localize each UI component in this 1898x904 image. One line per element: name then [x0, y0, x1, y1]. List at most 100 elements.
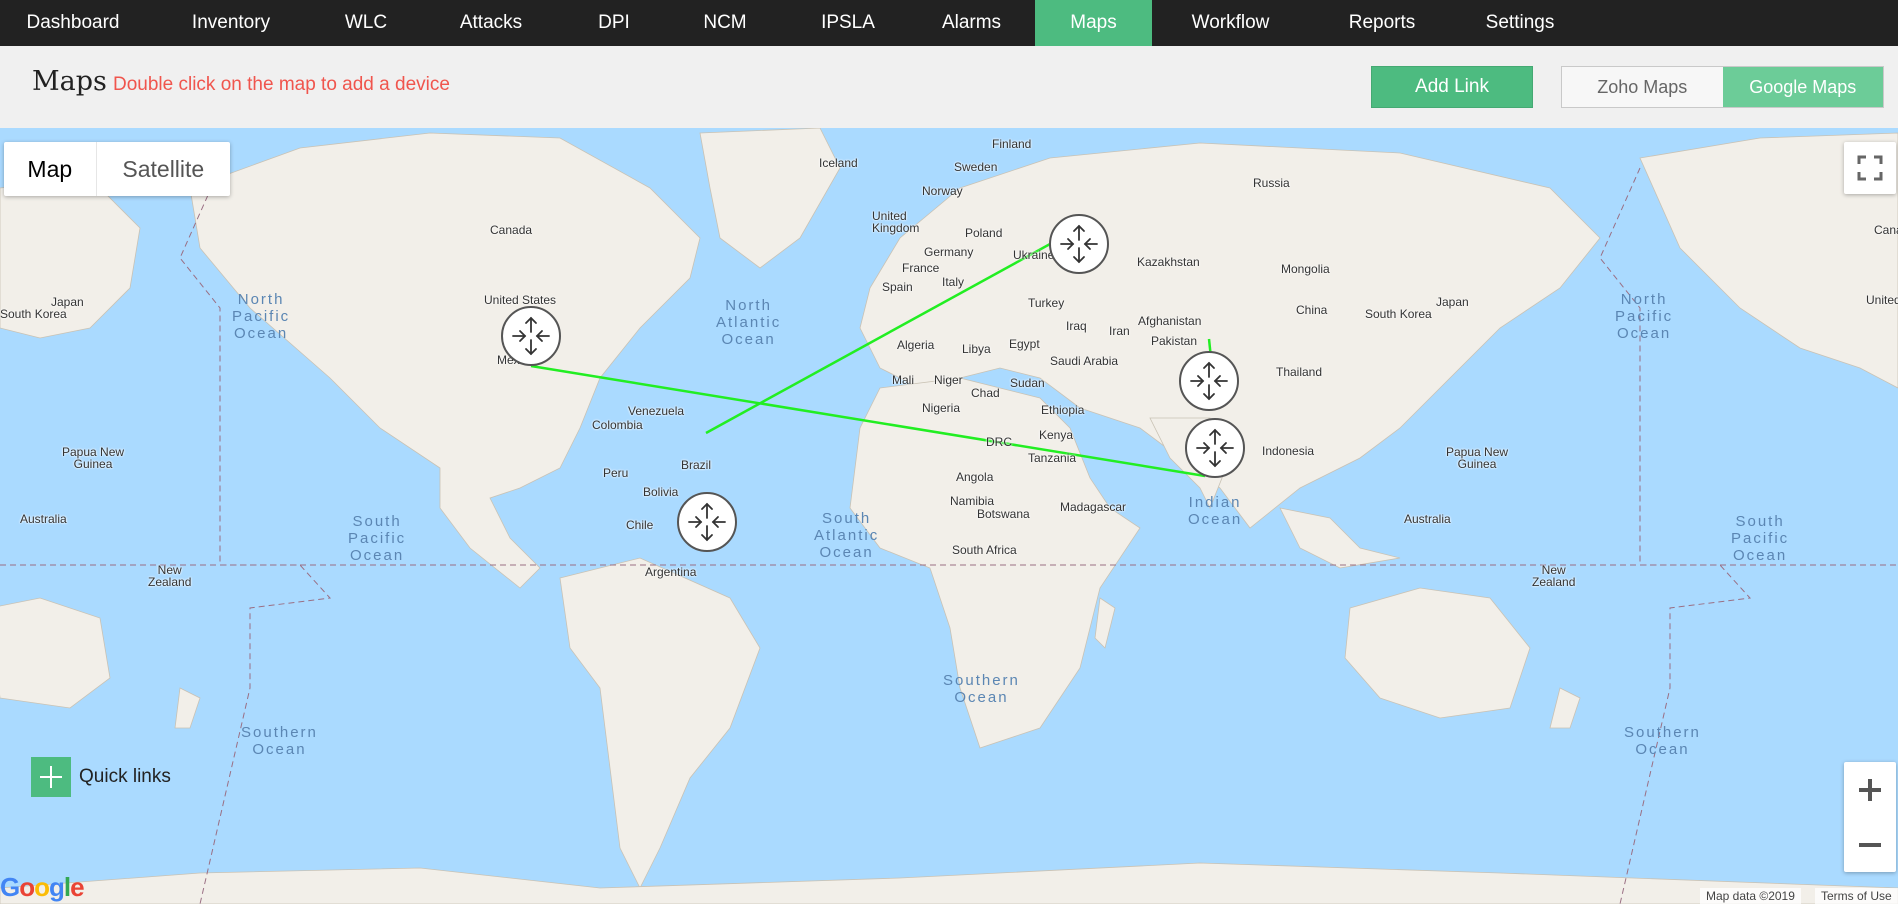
label-norway: Norway [922, 184, 963, 198]
fullscreen-button[interactable] [1844, 142, 1896, 194]
label-libya: Libya [962, 342, 991, 356]
nav-alarms[interactable]: Alarms [908, 0, 1035, 46]
label-papua-new-guinea-2: Papua New Guinea [1446, 445, 1509, 471]
router-device-russia[interactable] [1049, 214, 1109, 274]
nav-dashboard[interactable]: Dashboard [0, 0, 146, 46]
label-italy: Italy [942, 275, 965, 289]
nav-ipsla[interactable]: IPSLA [788, 0, 908, 46]
label-southern-ocean-3: Southern Ocean [1624, 724, 1701, 758]
add-link-button[interactable]: Add Link [1371, 66, 1533, 108]
label-china: China [1296, 303, 1328, 317]
quick-links-button[interactable]: Quick links [31, 757, 171, 797]
label-thailand: Thailand [1276, 365, 1323, 379]
label-namibia: Namibia [950, 494, 995, 508]
zoom-in-button[interactable] [1844, 762, 1896, 817]
label-mali: Mali [892, 373, 915, 387]
minus-icon [1859, 842, 1881, 847]
map-canvas[interactable]: Canada United States Mexico Japan South … [0, 128, 1898, 904]
label-iceland: Iceland [819, 156, 858, 170]
router-icon [1190, 361, 1228, 401]
label-niger: Niger [934, 373, 963, 387]
fullscreen-icon [1857, 155, 1883, 181]
router-icon [1196, 428, 1234, 468]
map-data-attribution: Map data ©2019 [1700, 888, 1801, 904]
nav-reports[interactable]: Reports [1309, 0, 1455, 46]
nav-settings[interactable]: Settings [1455, 0, 1585, 46]
nav-ncm[interactable]: NCM [662, 0, 788, 46]
label-kenya: Kenya [1039, 428, 1074, 442]
label-germany: Germany [924, 245, 974, 259]
label-south-africa: South Africa [952, 543, 1017, 557]
label-japan-2: Japan [1436, 295, 1469, 309]
map-type-map[interactable]: Map [4, 142, 97, 196]
label-indonesia: Indonesia [1262, 444, 1315, 458]
label-united-kingdom: United Kingdom [872, 209, 920, 235]
label-colombia: Colombia [592, 418, 643, 432]
label-venezuela: Venezuela [628, 404, 685, 418]
label-iraq: Iraq [1066, 319, 1087, 333]
label-ethiopia: Ethiopia [1041, 403, 1085, 417]
nav-workflow[interactable]: Workflow [1152, 0, 1309, 46]
label-ukraine: Ukraine [1013, 248, 1055, 262]
label-australia: Australia [20, 512, 67, 526]
label-south-korea: South Korea [0, 307, 67, 321]
router-device-brazil[interactable] [677, 492, 737, 552]
router-device-india[interactable] [1185, 418, 1245, 478]
nav-inventory[interactable]: Inventory [146, 0, 316, 46]
label-afghanistan: Afghanistan [1138, 314, 1202, 328]
label-new-zealand-2: New Zealand [1532, 563, 1576, 589]
label-canada: Canada [490, 223, 533, 237]
label-north-pacific: North Pacific Ocean [232, 291, 291, 342]
terms-of-use-link[interactable]: Terms of Use [1815, 888, 1898, 904]
label-united-states: United States [484, 293, 557, 307]
label-kazakhstan: Kazakhstan [1137, 255, 1200, 269]
zoom-control [1844, 762, 1896, 872]
zoom-out-button[interactable] [1844, 817, 1896, 872]
label-algeria: Algeria [897, 338, 935, 352]
label-nigeria: Nigeria [922, 401, 961, 415]
page-title: Maps [32, 66, 107, 97]
label-saudi-arabia: Saudi Arabia [1050, 354, 1119, 368]
label-iran: Iran [1109, 324, 1130, 338]
label-chile: Chile [626, 518, 654, 532]
google-maps-option[interactable]: Google Maps [1722, 67, 1883, 107]
label-egypt: Egypt [1009, 337, 1040, 351]
top-nav: Dashboard Inventory WLC Attacks DPI NCM … [0, 0, 1898, 46]
label-papua-new-guinea: Papua New Guinea [62, 445, 125, 471]
label-south-pacific: South Pacific Ocean [348, 513, 407, 564]
map-type-satellite[interactable]: Satellite [97, 142, 230, 196]
label-madagascar: Madagascar [1060, 500, 1127, 514]
label-australia-2: Australia [1404, 512, 1451, 526]
quick-links-label: Quick links [79, 766, 171, 787]
label-pakistan: Pakistan [1151, 334, 1198, 348]
label-chad: Chad [971, 386, 1000, 400]
label-russia: Russia [1253, 176, 1290, 190]
map-type-control: Map Satellite [4, 142, 230, 196]
label-brazil: Brazil [681, 458, 712, 472]
zoho-maps-option[interactable]: Zoho Maps [1562, 67, 1723, 107]
label-north-atlantic: North Atlantic Ocean [716, 297, 782, 348]
router-device-us[interactable] [501, 306, 561, 366]
nav-wlc[interactable]: WLC [316, 0, 416, 46]
google-logo: Google [0, 872, 85, 902]
label-south-pacific-2: South Pacific Ocean [1731, 513, 1790, 564]
label-angola: Angola [956, 470, 994, 484]
plus-icon [31, 757, 71, 797]
router-icon [688, 502, 726, 542]
label-mongolia: Mongolia [1281, 262, 1330, 276]
label-poland: Poland [965, 226, 1003, 240]
page-header: Maps Double click on the map to add a de… [0, 46, 1898, 128]
label-indian-ocean: Indian Ocean [1188, 494, 1243, 528]
label-bolivia: Bolivia [643, 485, 679, 499]
router-device-afghanistan[interactable] [1179, 351, 1239, 411]
label-tanzania: Tanzania [1028, 451, 1077, 465]
label-france: France [902, 261, 940, 275]
nav-attacks[interactable]: Attacks [416, 0, 566, 46]
map-hint: Double click on the map to add a device [113, 74, 450, 95]
nav-maps[interactable]: Maps [1035, 0, 1152, 46]
label-sweden: Sweden [954, 160, 998, 174]
label-southern-ocean: Southern Ocean [943, 672, 1020, 706]
nav-dpi[interactable]: DPI [566, 0, 662, 46]
label-south-atlantic: South Atlantic Ocean [814, 510, 880, 561]
label-north-pacific-2: North Pacific Ocean [1615, 291, 1674, 342]
